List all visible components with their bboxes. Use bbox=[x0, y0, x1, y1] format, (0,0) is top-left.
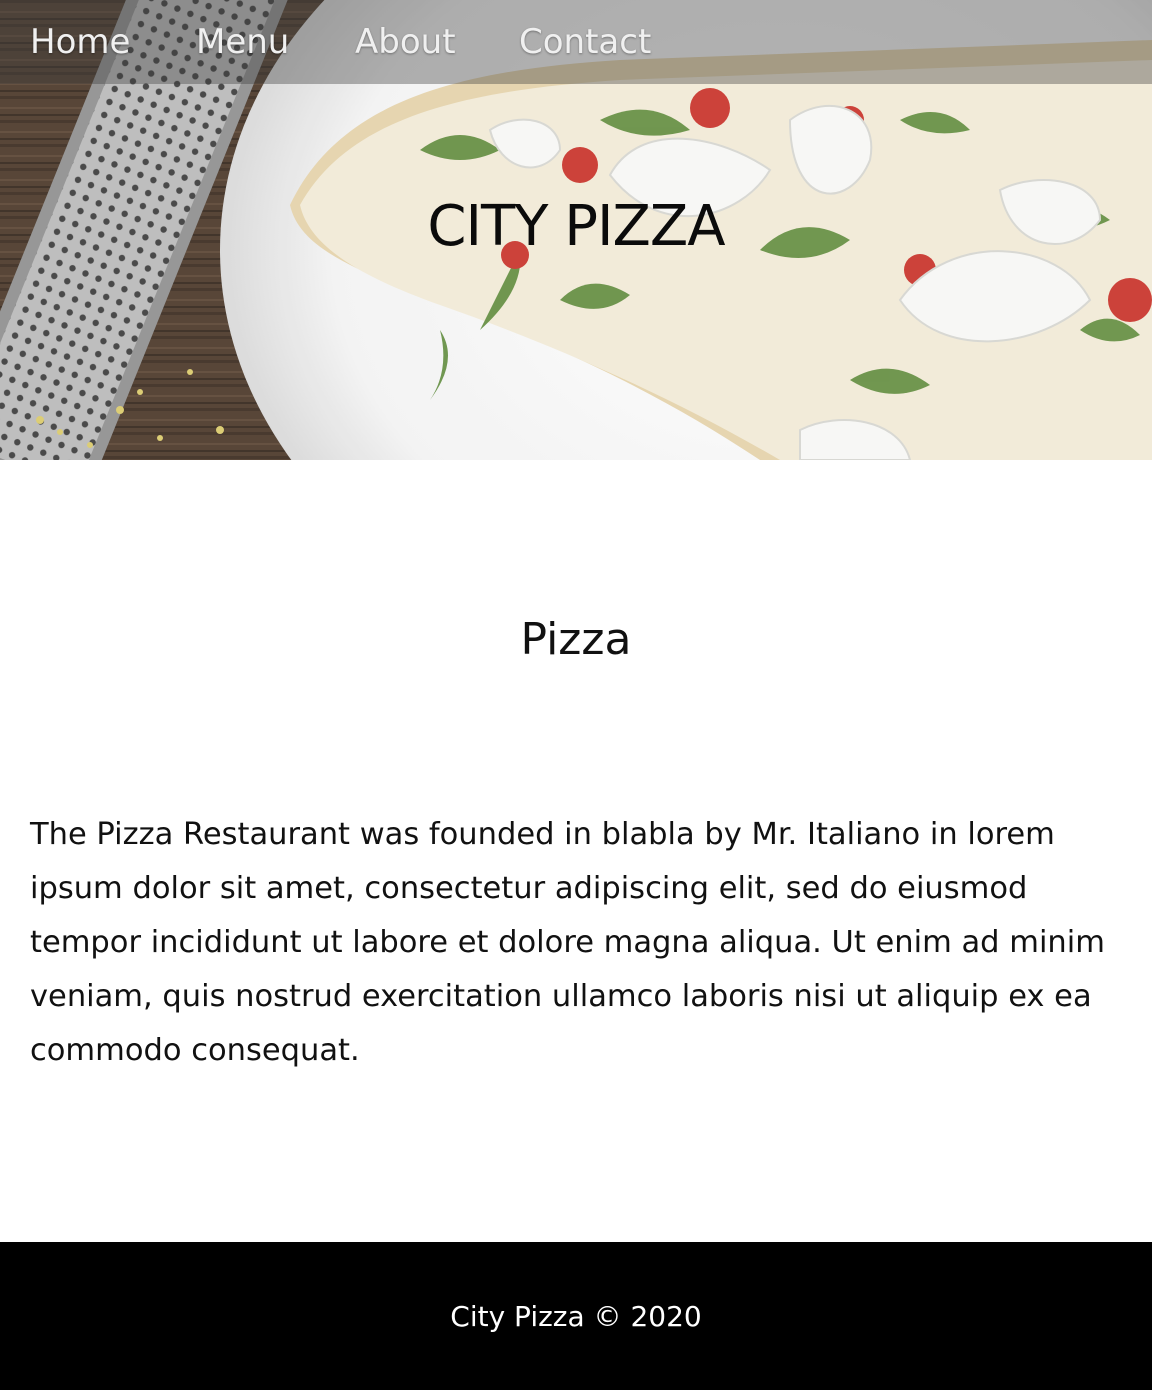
top-navigation: Home Menu About Contact bbox=[0, 0, 1152, 84]
hero-banner: Home Menu About Contact CITY PIZZA bbox=[0, 0, 1152, 460]
nav-link-home[interactable]: Home bbox=[30, 0, 130, 84]
intro-paragraph: The Pizza Restaurant was founded in blab… bbox=[30, 817, 1105, 1068]
nav-link-about[interactable]: About bbox=[355, 0, 456, 84]
site-title: CITY PIZZA bbox=[427, 194, 725, 259]
page: Home Menu About Contact CITY PIZZA Pizza… bbox=[0, 0, 1152, 1390]
nav-link-menu[interactable]: Menu bbox=[196, 0, 289, 84]
page-footer: City Pizza © 2020 bbox=[0, 1242, 1152, 1390]
section-heading: Pizza bbox=[520, 614, 632, 665]
nav-link-contact[interactable]: Contact bbox=[519, 0, 651, 84]
copyright-text: City Pizza © 2020 bbox=[450, 1300, 702, 1333]
